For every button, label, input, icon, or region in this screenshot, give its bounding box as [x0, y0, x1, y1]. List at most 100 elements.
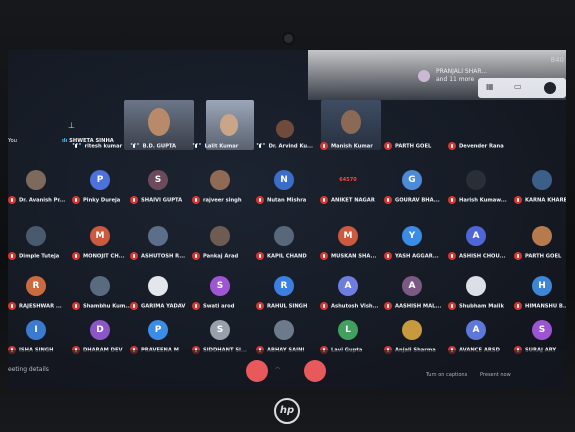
participant-name-text: Shubham Malik — [459, 303, 504, 310]
participant-tile[interactable]: G GOURAV BHA... — [384, 170, 446, 216]
participant-avatar — [148, 226, 168, 246]
participant-name-text: ASHISH CHOU... — [459, 253, 506, 260]
meeting-details-link[interactable]: eeting details — [8, 366, 49, 373]
mic-off-button[interactable] — [246, 360, 268, 382]
participant-name: ••• Dr. Arvind Ku... — [256, 142, 313, 150]
participant-tile[interactable]: Pankaj Arad — [192, 226, 254, 272]
participant-tile[interactable]: Dimple Tuteja — [8, 226, 70, 272]
mic-off-icon — [8, 196, 16, 204]
mic-off-icon — [514, 196, 522, 204]
mic-off-icon — [72, 302, 80, 310]
participant-name-text: Manish Kumar — [331, 143, 373, 150]
participant-name-text: ASHUTOSH R... — [141, 253, 186, 260]
present-now-button[interactable]: Present now — [480, 372, 511, 378]
participant-tile[interactable]: ••• Lalit Kumar — [192, 88, 254, 150]
mic-off-icon — [8, 252, 16, 260]
participant-tile[interactable]: Dr. Avanish Pr... — [8, 170, 70, 216]
participant-tile[interactable]: GARIMA YADAV — [130, 276, 192, 322]
participant-name: Ashutosh Vish... — [320, 302, 379, 310]
participant-tile[interactable]: Manish Kumar — [320, 88, 382, 150]
camera-off-button[interactable] — [304, 360, 326, 382]
participant-tile[interactable]: ASHUTOSH R... — [130, 226, 192, 272]
participant-tile[interactable]: Y YASH AGGAR... — [384, 226, 446, 272]
chat-icon[interactable]: ▭ — [514, 82, 522, 91]
participant-tile[interactable]: H HIMANSHU B... — [514, 276, 566, 322]
participant-tile[interactable]: R RAHUL SINGH — [256, 276, 318, 322]
participant-tile[interactable]: P Pinky Dureja — [72, 170, 134, 216]
participant-tile[interactable]: Devender Rana — [448, 88, 510, 150]
participant-name-text: GOURAV BHA... — [395, 197, 440, 204]
participant-name-text: Ashutosh Vish... — [331, 303, 379, 310]
participant-avatar — [26, 170, 46, 190]
participant-name-text: Pankaj Arad — [203, 253, 239, 260]
participant-tile[interactable]: A ASHISH CHOU... — [448, 226, 510, 272]
mic-off-icon — [320, 142, 328, 150]
you-avatar[interactable] — [544, 82, 556, 94]
participant-name: MONOJIT CH... — [72, 252, 125, 260]
participant-name-text: MONOJIT CH... — [83, 253, 125, 260]
participant-avatar: I — [26, 320, 46, 340]
participant-tile[interactable]: M MUSKAN SHA... — [320, 226, 382, 272]
mic-off-icon: ••• — [72, 142, 82, 148]
participant-avatar — [466, 170, 486, 190]
participant-avatar — [274, 320, 294, 340]
participant-name: Dr. Avanish Pr... — [8, 196, 65, 204]
participant-avatar — [26, 226, 46, 246]
participant-tile[interactable]: Harish Kumaw... — [448, 170, 510, 216]
mic-off-icon — [72, 252, 80, 260]
participant-tile[interactable]: Shubham Malik — [448, 276, 510, 322]
presenter-name: PRANJALI SHAR... — [436, 68, 488, 75]
participant-tile[interactable]: ••• Dr. Arvind Ku... — [256, 88, 318, 150]
mic-off-icon — [192, 252, 200, 260]
participant-avatar: P — [148, 320, 168, 340]
call-controls: eeting details ⌒ Turn on captions Presen… — [8, 350, 566, 390]
participant-tile[interactable]: ••• ritesh kumar — [72, 88, 134, 150]
participant-tile[interactable]: 64570 ANIKET NAGAR — [320, 170, 382, 216]
participant-tile[interactable]: rajveer singh — [192, 170, 254, 216]
participant-tile[interactable]: M MONOJIT CH... — [72, 226, 134, 272]
participant-tile[interactable]: R RAJESHWAR ... — [8, 276, 70, 322]
participant-tile[interactable]: A Ashutosh Vish... — [320, 276, 382, 322]
participant-name: Shubham Malik — [448, 302, 504, 310]
participant-name: GOURAV BHA... — [384, 196, 440, 204]
participant-avatar: R — [274, 276, 294, 296]
participant-name: ••• ritesh kumar — [72, 142, 122, 150]
mic-off-icon — [384, 142, 392, 150]
participant-avatar: S — [148, 170, 168, 190]
participant-tile[interactable]: N Nutan Mishra — [256, 170, 318, 216]
hp-logo: hp — [274, 398, 300, 424]
participant-avatar: A — [466, 320, 486, 340]
participant-tile[interactable]: A AASHISH MAL... — [384, 276, 446, 322]
participant-tile[interactable]: PARTH GOEL — [514, 226, 566, 272]
mic-off-icon — [130, 196, 138, 204]
mic-off-icon — [320, 196, 328, 204]
mic-off-icon — [384, 252, 392, 260]
participant-avatar: N — [274, 170, 294, 190]
participant-name-text: Devender Rana — [459, 143, 504, 150]
mic-off-icon — [256, 196, 264, 204]
participant-name-text: Nutan Mishra — [267, 197, 307, 204]
participant-name-text: PARTH GOEL — [395, 143, 432, 150]
participant-tile[interactable]: S SHAIVI GUPTA — [130, 170, 192, 216]
participant-tile[interactable]: S Swati arod — [192, 276, 254, 322]
participant-avatar: A — [466, 226, 486, 246]
mic-off-icon: ••• — [130, 142, 140, 148]
participant-tile[interactable]: ••• B.D. GUPTA — [130, 88, 192, 150]
end-call-icon[interactable]: ⌒ — [275, 367, 280, 374]
participant-name: HIMANSHU B... — [514, 302, 566, 310]
mic-off-icon — [256, 252, 264, 260]
participant-tile[interactable]: KAPIL CHAND — [256, 226, 318, 272]
participant-name: ASHISH CHOU... — [448, 252, 506, 260]
participant-tile[interactable]: PARTH GOEL — [384, 88, 446, 150]
participant-name-text: KAPIL CHAND — [267, 253, 307, 260]
participant-tile[interactable]: Shambhu Kum... — [72, 276, 134, 322]
captions-button[interactable]: Turn on captions — [426, 372, 467, 378]
participant-tile[interactable]: KARNA KHARE — [514, 170, 566, 216]
mic-off-icon — [256, 302, 264, 310]
participant-name: KAPIL CHAND — [256, 252, 307, 260]
participant-avatar: D — [90, 320, 110, 340]
participant-name-text: Dr. Arvind Ku... — [268, 143, 313, 150]
participant-name: ANIKET NAGAR — [320, 196, 375, 204]
participant-name-text: MUSKAN SHA... — [331, 253, 377, 260]
participant-name: Devender Rana — [448, 142, 504, 150]
